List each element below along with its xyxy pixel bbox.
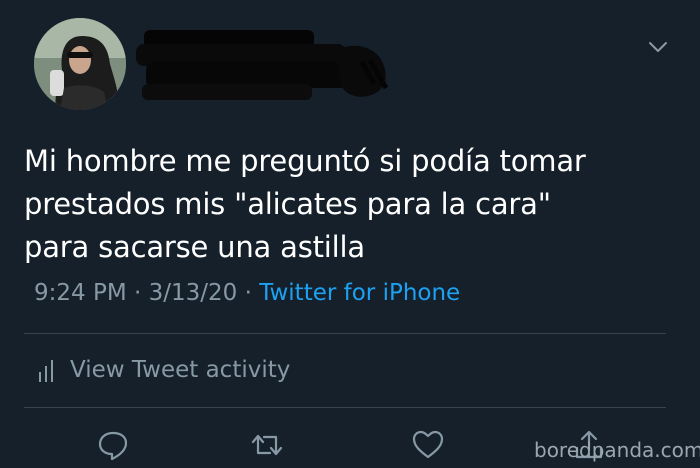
tweet-source-link[interactable]: Twitter for iPhone bbox=[259, 280, 460, 306]
like-icon[interactable] bbox=[411, 428, 445, 462]
tweet-text-line: prestados mis "alicates para la cara" bbox=[24, 187, 551, 221]
divider bbox=[24, 407, 666, 408]
reply-icon[interactable] bbox=[96, 428, 130, 462]
tweet-time[interactable]: 9:24 PM bbox=[34, 280, 127, 306]
chevron-down-icon[interactable] bbox=[646, 38, 670, 56]
watermark: boredpanda.com bbox=[534, 438, 700, 462]
view-tweet-activity-label: View Tweet activity bbox=[70, 357, 291, 383]
view-tweet-activity-button[interactable]: View Tweet activity bbox=[38, 352, 290, 388]
avatar[interactable] bbox=[34, 18, 126, 110]
meta-separator: · bbox=[244, 280, 252, 306]
tweet-meta: 9:24 PM · 3/13/20 · Twitter for iPhone bbox=[34, 276, 460, 310]
divider bbox=[24, 333, 666, 334]
tweet-text-line: para sacarse una astilla bbox=[24, 230, 365, 264]
tweet-text-line: Mi hombre me preguntó si podía tomar bbox=[24, 144, 586, 178]
tweet-text: Mi hombre me preguntó si podía tomar pre… bbox=[24, 140, 684, 269]
meta-separator: · bbox=[134, 280, 142, 306]
retweet-icon[interactable] bbox=[250, 428, 284, 462]
redacted-username bbox=[134, 22, 398, 116]
tweet-date[interactable]: 3/13/20 bbox=[149, 280, 238, 306]
bar-chart-icon bbox=[39, 360, 53, 382]
